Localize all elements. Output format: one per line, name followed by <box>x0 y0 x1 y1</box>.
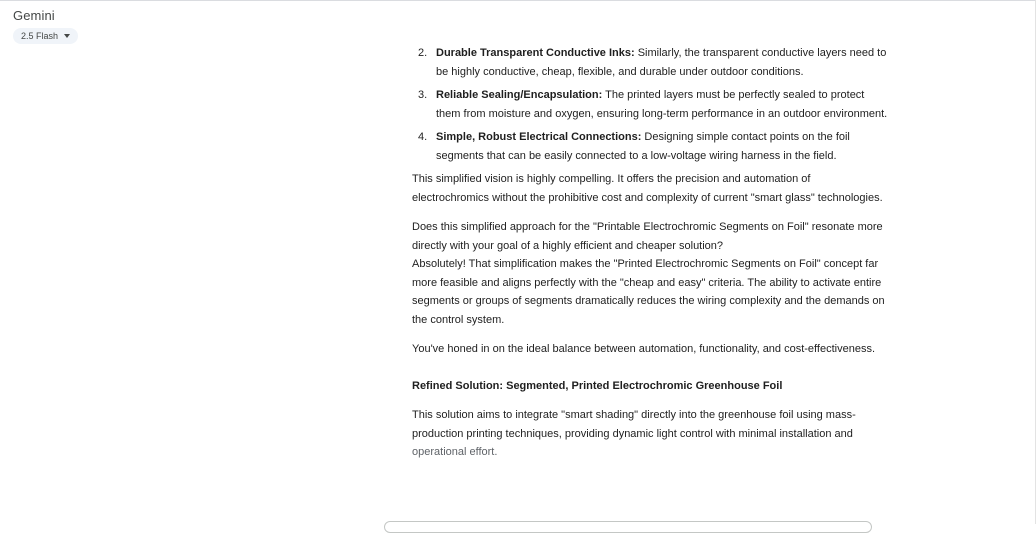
response-content: 2. Durable Transparent Conductive Inks: … <box>412 44 888 473</box>
list-item: 4. Simple, Robust Electrical Connections… <box>412 128 888 165</box>
solution-text-faded: operational effort. <box>412 446 498 458</box>
list-item-number: 2. <box>418 47 428 59</box>
question-answer-block: Does this simplified approach for the "P… <box>412 218 888 329</box>
list-item: 3. Reliable Sealing/Encapsulation: The p… <box>412 86 888 123</box>
list-item-number: 3. <box>418 89 428 101</box>
question-paragraph: Does this simplified approach for the "P… <box>412 221 883 252</box>
prompt-input-box[interactable] <box>384 521 872 533</box>
requirements-list: 2. Durable Transparent Conductive Inks: … <box>412 44 888 165</box>
list-item-title: Durable Transparent Conductive Inks: <box>436 47 635 59</box>
solution-paragraph: This solution aims to integrate "smart s… <box>412 406 888 462</box>
answer-paragraph: Absolutely! That simplification makes th… <box>412 258 885 326</box>
list-item-title: Reliable Sealing/Encapsulation: <box>436 89 603 101</box>
model-label: 2.5 Flash <box>21 31 59 41</box>
balance-paragraph: You've honed in on the ideal balance bet… <box>412 343 875 355</box>
solution-text: This solution aims to integrate "smart s… <box>412 409 856 440</box>
app-title: Gemini <box>13 8 55 23</box>
chevron-down-icon <box>64 34 71 38</box>
list-item: 2. Durable Transparent Conductive Inks: … <box>412 44 888 81</box>
section-heading: Refined Solution: Segmented, Printed Ele… <box>412 379 783 392</box>
top-divider <box>0 0 1036 1</box>
vision-paragraph: This simplified vision is highly compell… <box>412 173 883 204</box>
list-item-title: Simple, Robust Electrical Connections: <box>436 131 642 143</box>
model-selector-button[interactable]: 2.5 Flash <box>13 28 79 44</box>
list-item-number: 4. <box>418 131 428 143</box>
